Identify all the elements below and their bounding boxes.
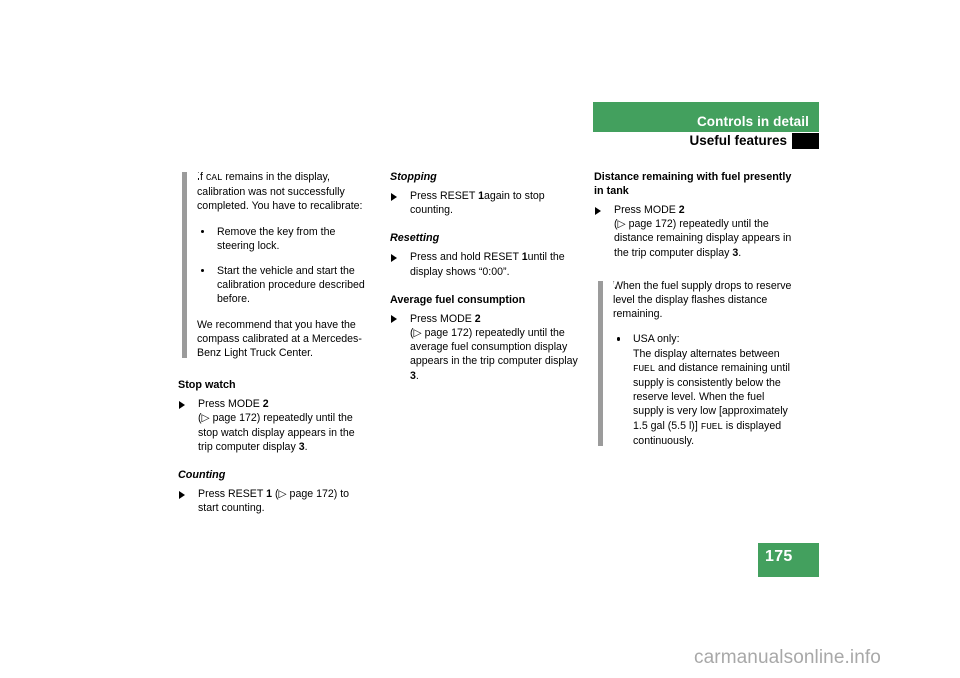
note-box-fuel-reserve: When the fuel supply drops to reserve le…	[594, 279, 794, 448]
step-item: Press MODE 2 (▷ page 172) repeatedly unt…	[594, 203, 794, 260]
step-triangle-icon	[391, 192, 397, 201]
page-reference: (▷ page 172)	[614, 218, 680, 231]
control-number: 2	[262, 398, 269, 411]
display-code-fuel: FUEL	[700, 420, 723, 432]
step-text: Press RESET 1 (▷ page 172) to start coun…	[198, 488, 349, 514]
step-text-pre: Press and hold RESET	[410, 251, 522, 264]
step-text: Press and hold RESET 1until the display …	[410, 251, 565, 277]
list-item-label: Remove the key from the steering lock.	[217, 225, 336, 252]
step-triangle-icon	[391, 315, 397, 324]
step-text: Press MODE 2 (▷ page 172) repeatedly unt…	[198, 398, 355, 453]
step-text-post: .	[738, 246, 742, 259]
display-code-fuel: FUEL	[633, 362, 656, 374]
step-item: Press and hold RESET 1until the display …	[390, 250, 586, 278]
step-triangle-icon	[179, 490, 185, 499]
section-tab-marker	[792, 133, 819, 149]
bullet-dot-icon	[617, 337, 621, 341]
step-text-pre: Press MODE	[410, 312, 475, 325]
step-item: Press MODE 2 (▷ page 172) repeatedly unt…	[390, 312, 586, 383]
note-intro-text: If CAL remains in the display, calibrati…	[197, 171, 363, 213]
step-triangle-icon	[179, 400, 185, 409]
step-text: Press MODE 2 (▷ page 172) repeatedly unt…	[410, 313, 578, 382]
note-box-calibration: If CAL remains in the display, calibrati…	[178, 170, 371, 360]
page-reference: (▷ page 172)	[410, 327, 476, 340]
control-number: 2	[678, 204, 685, 216]
column-two: Stopping Press RESET 1again to stop coun…	[390, 170, 586, 384]
note-rail	[598, 280, 603, 447]
display-code-cal: CAL	[205, 172, 223, 183]
heading-stopping: Stopping	[390, 171, 437, 183]
list-item-label: Start the vehicle and start the calibrat…	[217, 265, 365, 306]
list-item-title: USA only:	[633, 333, 680, 346]
heading-resetting: Resetting	[390, 232, 440, 245]
page-number: 175	[765, 548, 793, 565]
document-page: Controls in detail Useful features If CA…	[0, 0, 960, 678]
heading-counting: Counting	[178, 469, 226, 482]
step-item: Press RESET 1 (▷ page 172) to start coun…	[178, 487, 371, 515]
heading-distance-remaining: Distance remaining with fuel presently i…	[594, 171, 792, 197]
list-item-body-1: The display alternates between	[633, 347, 780, 360]
step-triangle-icon	[595, 206, 601, 215]
page-number-badge: 175	[758, 543, 819, 577]
control-number: 2	[474, 312, 481, 325]
step-triangle-icon	[391, 253, 397, 262]
step-text: Press MODE 2 (▷ page 172) repeatedly unt…	[614, 204, 791, 259]
note-bullet-list: Remove the key from the steering lock. S…	[197, 225, 371, 307]
note-bullet-list: USA only: The display alternates between …	[613, 332, 794, 448]
watermark-label: carmanualsonline.info	[694, 647, 881, 668]
page-reference: (▷ page 172)	[272, 488, 341, 501]
step-text-pre: Press RESET	[198, 488, 267, 501]
step-text-post: .	[304, 440, 308, 453]
bullet-dot-icon	[201, 269, 205, 273]
chapter-title: Controls in detail	[696, 114, 809, 129]
step-text: Press RESET 1again to stop counting.	[410, 190, 545, 216]
step-text-pre: Press RESET	[410, 190, 479, 202]
column-one: If CAL remains in the display, calibrati…	[178, 170, 371, 516]
page-reference: (▷ page 172)	[198, 412, 264, 425]
column-three: Distance remaining with fuel presently i…	[594, 170, 794, 448]
heading-average-fuel-consumption: Average fuel consumption	[390, 293, 526, 306]
heading-stop-watch: Stop watch	[178, 379, 236, 392]
step-text-pre: Press MODE	[198, 398, 263, 411]
note-intro-text: When the fuel supply drops to reserve le…	[613, 279, 792, 321]
step-item: Press MODE 2 (▷ page 172) repeatedly unt…	[178, 397, 371, 454]
section-title: Useful features	[689, 133, 787, 148]
step-text-post: .	[415, 369, 419, 382]
list-item: Start the vehicle and start the calibrat…	[197, 264, 371, 307]
list-item: USA only: The display alternates between …	[613, 332, 794, 448]
list-item-label: USA only: The display alternates between …	[633, 333, 790, 446]
note-closing-text: We recommend that you have the compass c…	[197, 318, 362, 360]
step-text-pre: Press MODE	[614, 204, 679, 216]
note-rail	[182, 172, 187, 359]
chapter-header-bar: Controls in detail	[593, 102, 819, 132]
list-item: Remove the key from the steering lock.	[197, 225, 371, 253]
step-item: Press RESET 1again to stop counting.	[390, 189, 586, 217]
section-header: Useful features	[593, 133, 819, 150]
bullet-dot-icon	[201, 229, 205, 233]
